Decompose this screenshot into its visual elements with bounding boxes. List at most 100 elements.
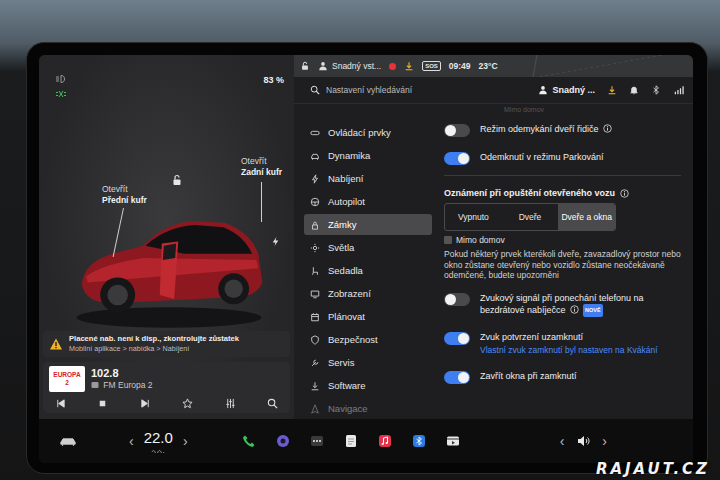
- category-icon: [310, 404, 320, 414]
- open-rear-trunk-button[interactable]: OtevřítZadní kufr: [241, 156, 282, 178]
- touchscreen: 83 %OtevřítPřední kufrOtevřítZadní kufrP…: [39, 55, 693, 463]
- checkbox-label: Mimo domov: [456, 235, 505, 245]
- notes-icon[interactable]: [344, 434, 358, 448]
- person-icon: [538, 85, 548, 95]
- alert-title: Placené nab. není k disp., zkontrolujte …: [69, 334, 239, 344]
- settings-body: Ovládací prvkyDynamikaNabíjeníAutopilotZ…: [294, 104, 693, 419]
- outside-temperature: 23°C: [479, 61, 498, 71]
- segment-option[interactable]: Dveře: [502, 204, 559, 230]
- toggle-setting[interactable]: Režim odemykání dveří řidiče: [444, 116, 681, 144]
- bluetooth-icon[interactable]: [651, 85, 661, 95]
- sidebar-item[interactable]: Ovládací prvky: [304, 122, 432, 143]
- sidebar-item[interactable]: Zámky: [304, 214, 432, 235]
- charging-alert[interactable]: Placené nab. není k disp., zkontrolujte …: [43, 331, 290, 357]
- setting-text: Odemknutí v režimu Parkování: [480, 152, 604, 163]
- category-icon: [310, 335, 320, 345]
- volume-increase-button[interactable]: ›: [600, 434, 609, 448]
- favorite-star-icon[interactable]: [182, 398, 193, 409]
- sidebar-item[interactable]: Zobrazení: [304, 283, 432, 304]
- front-trunk-action: Otevřít: [102, 184, 147, 195]
- download-icon[interactable]: [607, 85, 617, 95]
- toggle-setting[interactable]: Zavřít okna při zamknutí: [444, 363, 681, 391]
- settings-search-field[interactable]: Nastavení vyhledávání: [310, 85, 412, 95]
- toggle-knob: [445, 125, 456, 136]
- header-actions: Snadný ...: [538, 84, 685, 96]
- clock: 09:49: [449, 61, 471, 71]
- settings-sidebar: Ovládací prvkyDynamikaNabíjeníAutopilotZ…: [294, 104, 436, 419]
- checkbox-setting[interactable]: Mimo domov: [444, 235, 681, 245]
- toggle-setting[interactable]: Zvuk potvrzení uzamknutí Vlastní zvuk za…: [444, 324, 681, 363]
- category-icon: [310, 128, 320, 138]
- previous-icon[interactable]: [55, 398, 66, 409]
- speaker-icon[interactable]: [576, 434, 590, 448]
- toggle-switch[interactable]: [444, 152, 470, 165]
- more-apps-icon[interactable]: [310, 434, 324, 448]
- download-icon[interactable]: [404, 61, 414, 71]
- sidebar-item[interactable]: Světla: [304, 237, 432, 258]
- toggle-switch[interactable]: [444, 124, 470, 137]
- sidebar-item[interactable]: Bezpečnost: [304, 329, 432, 350]
- sidebar-item[interactable]: Servis: [304, 352, 432, 373]
- door-lock-icon[interactable]: [171, 174, 183, 186]
- checkbox[interactable]: [444, 236, 452, 244]
- lock-status-icon[interactable]: [300, 61, 310, 71]
- toggle-switch[interactable]: [444, 293, 470, 306]
- camera-icon[interactable]: [276, 434, 290, 448]
- sidebar-label: Servis: [328, 357, 354, 368]
- search-icon[interactable]: [267, 398, 278, 409]
- sidebar-item[interactable]: Software: [304, 375, 432, 396]
- volume-decrease-button[interactable]: ‹: [558, 434, 567, 448]
- battery-percentage: 83 %: [263, 75, 284, 85]
- status-profile[interactable]: Snadný vst...: [318, 61, 381, 71]
- info-icon[interactable]: [603, 124, 612, 133]
- locks-settings: Mimo domov Režim odemykání dveří řidiče O…: [436, 104, 693, 419]
- section-title: Oznámení při opuštění otevřeného vozu: [444, 188, 615, 198]
- taskbar: ‹ 22.0 › ‹ ›: [39, 419, 693, 463]
- equalizer-icon[interactable]: [225, 398, 236, 409]
- sidebar-label: Dynamika: [328, 150, 370, 161]
- setting-detail-link[interactable]: Vlastní zvuk zamknutí byl nastaven na Kv…: [480, 345, 658, 356]
- music-icon[interactable]: [378, 434, 392, 448]
- temperature-increase-button[interactable]: ›: [181, 434, 190, 448]
- front-trunk-label: Přední kufr: [102, 195, 147, 206]
- driver-profile-button[interactable]: Snadný ...: [538, 85, 595, 95]
- parking-light-icon: [55, 88, 67, 100]
- toggle-setting[interactable]: Odemknutí v režimu Parkování: [444, 144, 681, 172]
- sidebar-item[interactable]: Dynamika: [304, 145, 432, 166]
- toggle-setting[interactable]: Zvukový signál při ponechání telefonu na…: [444, 285, 681, 324]
- toggle-switch[interactable]: [444, 332, 470, 345]
- sos-badge[interactable]: SOS: [422, 61, 441, 71]
- phone-icon[interactable]: [242, 434, 256, 448]
- media-controls: [49, 398, 284, 409]
- setting-text: Zvuk potvrzení uzamknutí Vlastní zvuk za…: [480, 332, 658, 356]
- sidebar-item[interactable]: Autopilot: [304, 191, 432, 212]
- category-icon: [310, 151, 320, 161]
- sidebar-item[interactable]: Nabíjení: [304, 168, 432, 189]
- cabin-temperature[interactable]: 22.0: [144, 429, 173, 453]
- info-icon[interactable]: [620, 189, 629, 198]
- sidebar-item[interactable]: Sedadla: [304, 260, 432, 281]
- next-icon[interactable]: [140, 398, 151, 409]
- segment-option[interactable]: Vypnuto: [445, 204, 502, 230]
- seat-heater-icon[interactable]: [150, 447, 166, 453]
- radio-source-icon: [91, 381, 99, 389]
- toggle-knob: [458, 372, 469, 383]
- bell-icon[interactable]: [629, 85, 639, 95]
- open-front-trunk-button[interactable]: OtevřítPřední kufr: [102, 184, 147, 206]
- info-icon[interactable]: [570, 305, 579, 314]
- toggle-switch[interactable]: [444, 371, 470, 384]
- stop-icon[interactable]: [97, 398, 108, 409]
- sidebar-item[interactable]: Navigace: [304, 398, 432, 419]
- sidebar-item[interactable]: Plánovat: [304, 306, 432, 327]
- temperature-decrease-button[interactable]: ‹: [127, 434, 136, 448]
- setting-text: Zavřít okna při zamknutí: [480, 371, 577, 382]
- video-icon[interactable]: [446, 434, 460, 448]
- sidebar-label: Navigace: [328, 403, 368, 414]
- car-icon[interactable]: [59, 436, 77, 447]
- rear-trunk-label: Zadní kufr: [241, 167, 282, 178]
- light-indicators: [55, 73, 67, 100]
- sidebar-label: Nabíjení: [328, 173, 363, 184]
- charge-port-icon[interactable]: [270, 236, 281, 247]
- bluetooth-icon[interactable]: [412, 434, 426, 448]
- segment-option[interactable]: Dveře a okna: [558, 204, 615, 230]
